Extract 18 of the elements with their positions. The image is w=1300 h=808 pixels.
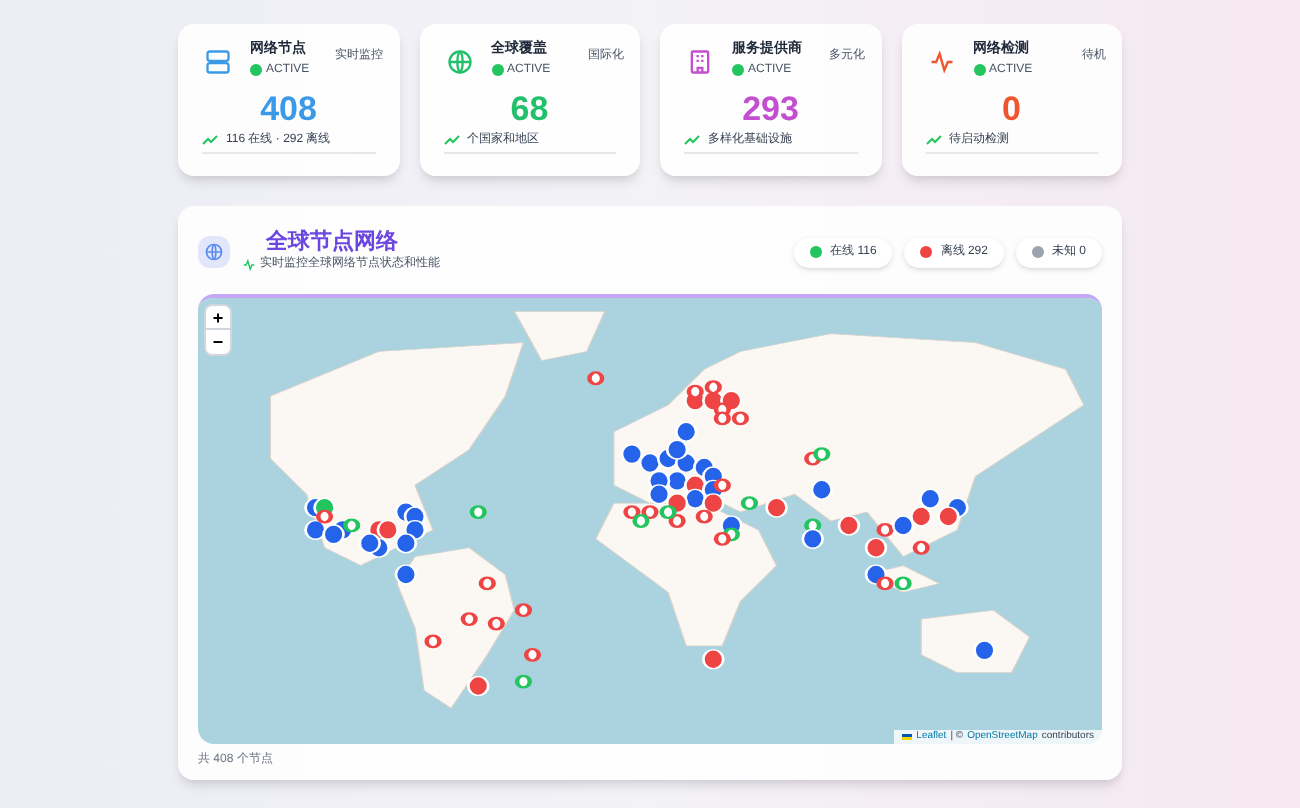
globe-icon xyxy=(204,242,224,262)
stat-value: 0 xyxy=(1002,87,1021,131)
trend-up-icon xyxy=(684,134,700,146)
flag-icon xyxy=(902,733,913,740)
server-icon xyxy=(204,48,232,76)
stat-value: 408 xyxy=(260,87,317,131)
pulse-icon xyxy=(927,48,955,76)
panel-title: 全球节点网络 xyxy=(266,230,400,256)
globe-icon xyxy=(445,48,473,76)
trend-up-icon xyxy=(925,134,941,146)
stat-value: 68 xyxy=(510,87,549,131)
trend-up-icon xyxy=(443,134,459,146)
zoom-out-button[interactable]: − xyxy=(206,330,230,354)
stat-value: 293 xyxy=(742,87,799,131)
trend-up-icon xyxy=(202,134,218,146)
pulse-icon xyxy=(242,258,256,272)
zoom-in-button[interactable]: + xyxy=(206,306,230,330)
building-icon xyxy=(686,48,714,76)
